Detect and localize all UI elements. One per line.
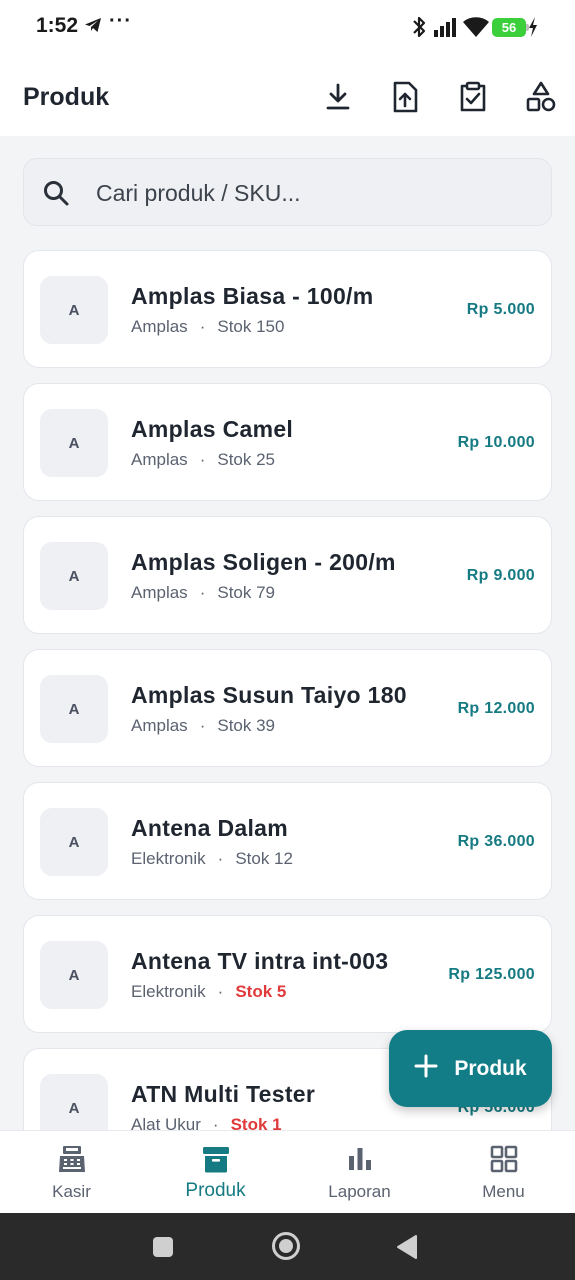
- nav-label-kasir: Kasir: [52, 1182, 91, 1201]
- nav-item-produk[interactable]: Produk: [144, 1131, 287, 1214]
- product-card[interactable]: A Antena TV intra int-003 Elektronik · Sto…: [23, 915, 552, 1033]
- product-price: Rp 36.000: [457, 833, 535, 850]
- system-nav-bar: [0, 1213, 575, 1280]
- product-price: Rp 12.000: [457, 700, 535, 717]
- nav-label-produk: Produk: [185, 1180, 246, 1201]
- product-meta: Amplas · Stok 150: [131, 317, 285, 336]
- product-meta: Elektronik · Stok 12: [131, 849, 293, 868]
- notification-more-icon: ···: [109, 10, 132, 32]
- home-icon[interactable]: [271, 1231, 301, 1266]
- bottom-nav: Kasir Produk Laporan Menu: [0, 1130, 575, 1213]
- signal-icon: [434, 17, 458, 42]
- product-avatar: A: [40, 808, 108, 876]
- download-icon[interactable]: [321, 80, 355, 114]
- product-avatar: A: [40, 542, 108, 610]
- cash-register-icon: [57, 1144, 87, 1179]
- nav-label-menu: Menu: [482, 1182, 525, 1201]
- product-price: Rp 10.000: [457, 434, 535, 451]
- product-meta: Elektronik · Stok 5: [131, 982, 287, 1001]
- clipboard-check-icon[interactable]: [456, 80, 490, 114]
- grid-icon: [489, 1144, 519, 1179]
- product-meta: Alat Ukur · Stok 1: [131, 1115, 282, 1130]
- product-stock: Stok 39: [217, 716, 276, 735]
- product-price: Rp 9.000: [466, 567, 535, 584]
- product-avatar: A: [40, 1074, 108, 1130]
- product-name: Antena TV intra int-003: [131, 948, 389, 974]
- product-list: A Amplas Biasa - 100/m Amplas · Stok 150 R…: [23, 250, 552, 1130]
- add-product-button[interactable]: Produk: [389, 1030, 552, 1107]
- product-category: Elektronik: [131, 982, 206, 1001]
- product-meta: Amplas · Stok 39: [131, 716, 276, 735]
- bar-chart-icon: [345, 1144, 375, 1179]
- nav-label-laporan: Laporan: [328, 1182, 391, 1201]
- product-avatar: A: [40, 276, 108, 344]
- product-category: Amplas: [131, 317, 188, 336]
- product-category: Amplas: [131, 716, 188, 735]
- product-meta: Amplas · Stok 25: [131, 450, 276, 469]
- archive-box-icon: [201, 1144, 231, 1179]
- recents-icon[interactable]: [152, 1236, 174, 1263]
- product-card[interactable]: A Amplas Camel Amplas · Stok 25 Rp 10.000: [23, 383, 552, 501]
- telegram-icon: [84, 17, 102, 38]
- product-category: Alat Ukur: [131, 1115, 201, 1130]
- product-category: Amplas: [131, 450, 188, 469]
- back-icon[interactable]: [396, 1234, 418, 1265]
- search-input[interactable]: [96, 173, 536, 213]
- search-icon: [42, 179, 70, 212]
- page-title: Produk: [23, 83, 110, 111]
- product-category: Elektronik: [131, 849, 206, 868]
- status-bar: 1:52 ··· 56: [0, 0, 575, 56]
- upload-icon[interactable]: [388, 80, 422, 114]
- nav-item-laporan[interactable]: Laporan: [288, 1131, 431, 1214]
- product-avatar: A: [40, 941, 108, 1009]
- charging-icon: [528, 17, 538, 42]
- product-stock: Stok 25: [217, 450, 276, 469]
- product-name: Amplas Biasa - 100/m: [131, 283, 374, 309]
- bluetooth-icon: [412, 15, 426, 44]
- product-stock: Stok 150: [217, 317, 285, 336]
- product-name: ATN Multi Tester: [131, 1081, 316, 1107]
- status-time: 1:52: [36, 14, 79, 37]
- product-name: Amplas Camel: [131, 416, 294, 442]
- product-price: Rp 5.000: [466, 301, 535, 318]
- battery-icon: 56: [492, 18, 529, 37]
- product-stock: Stok 12: [235, 849, 293, 868]
- nav-item-kasir[interactable]: Kasir: [0, 1131, 143, 1214]
- product-stock-low: Stok 1: [230, 1115, 282, 1130]
- product-name: Amplas Susun Taiyo 180: [131, 682, 407, 708]
- wifi-icon: [462, 16, 490, 43]
- product-name: Amplas Soligen - 200/m: [131, 549, 396, 575]
- product-name: Antena Dalam: [131, 815, 288, 841]
- product-category: Amplas: [131, 583, 188, 602]
- product-meta: Amplas · Stok 79: [131, 583, 276, 602]
- product-card[interactable]: A Antena Dalam Elektronik · Stok 12 Rp 36.…: [23, 782, 552, 900]
- product-stock-low: Stok 5: [235, 982, 287, 1001]
- add-product-label: Produk: [454, 1056, 527, 1080]
- search-bar: [23, 158, 552, 226]
- product-price: Rp 125.000: [448, 966, 535, 983]
- plus-icon: [414, 1054, 438, 1083]
- app-bar: Produk: [0, 56, 575, 136]
- product-card[interactable]: A Amplas Soligen - 200/m Amplas · Stok 79 …: [23, 516, 552, 634]
- product-card[interactable]: A Amplas Susun Taiyo 180 Amplas · Stok 39 …: [23, 649, 552, 767]
- product-avatar: A: [40, 675, 108, 743]
- product-stock: Stok 79: [217, 583, 276, 602]
- product-card[interactable]: A Amplas Biasa - 100/m Amplas · Stok 150 R…: [23, 250, 552, 368]
- nav-item-menu[interactable]: Menu: [432, 1131, 575, 1214]
- product-avatar: A: [40, 409, 108, 477]
- shapes-icon[interactable]: [524, 80, 558, 114]
